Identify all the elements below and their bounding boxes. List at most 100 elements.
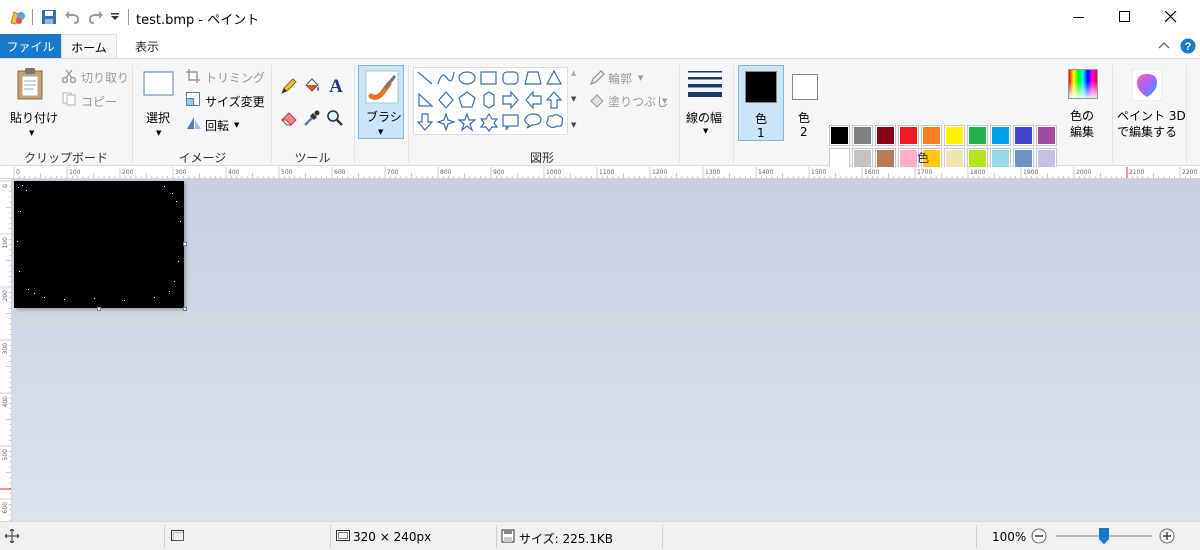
select-button[interactable]: 選択 ▼	[140, 65, 178, 143]
undo-icon[interactable]	[64, 9, 80, 25]
close-button[interactable]	[1148, 0, 1194, 34]
color2-label: 色	[798, 111, 811, 125]
ruler-tick-label: 1700	[917, 169, 932, 176]
fill-dropdown-icon: ▼	[662, 97, 668, 105]
shapes-more-icon[interactable]: ▼	[571, 121, 576, 129]
save-icon[interactable]	[41, 9, 57, 25]
scissors-icon	[62, 69, 76, 83]
shapes-gallery[interactable]	[413, 67, 581, 135]
rectangle-callout-shape-icon	[502, 114, 519, 131]
ruler-tick-label: 1400	[758, 169, 773, 176]
color2-button[interactable]: 色 2	[786, 65, 824, 141]
scroll-down-icon[interactable]: ▼	[571, 95, 576, 103]
color-picker-icon[interactable]	[303, 109, 321, 127]
ruler-tick-label: 2000	[1076, 169, 1091, 176]
right-arrow-shape-icon	[502, 90, 519, 110]
resize-icon	[186, 92, 200, 106]
image-canvas[interactable]	[14, 181, 184, 308]
size-button[interactable]: 線の幅 ▼	[684, 65, 728, 141]
scroll-up-icon[interactable]: ▲	[571, 69, 576, 77]
group-divider	[1186, 65, 1187, 163]
brushes-button[interactable]: ブラシ ▼	[358, 65, 404, 139]
brushes-label: ブラシ	[366, 110, 402, 124]
paste-dropdown-icon: ▼	[29, 129, 35, 137]
zoom-in-icon[interactable]	[1159, 528, 1175, 544]
shapes-scrollbar[interactable]: ▲ ▼ ▼	[567, 67, 581, 135]
tab-home[interactable]: ホーム	[61, 34, 117, 59]
rotate-icon	[187, 117, 201, 129]
palette-swatch-color	[1015, 127, 1032, 144]
fill-icon	[590, 94, 604, 108]
resize-handle-bottom[interactable]	[97, 307, 101, 311]
palette-swatch[interactable]	[875, 125, 896, 146]
help-icon[interactable]: ?	[1180, 38, 1196, 54]
status-divider	[662, 525, 663, 548]
text-tool-icon[interactable]: A	[326, 75, 346, 95]
palette-swatch[interactable]	[921, 125, 942, 146]
canvas-area[interactable]	[12, 179, 1200, 521]
palette-swatch[interactable]	[1036, 125, 1057, 146]
outline-dropdown-icon: ▼	[638, 74, 644, 82]
edit-colors-line2: 編集	[1070, 125, 1095, 139]
window-title: test.bmp - ペイント	[136, 13, 260, 28]
ruler-tick-label: 0	[2, 184, 9, 188]
minimize-button[interactable]	[1056, 0, 1102, 34]
ruler-tick-label: 1500	[811, 169, 826, 176]
palette-swatch[interactable]	[898, 125, 919, 146]
paste-button[interactable]: 貼り付け ▼	[6, 65, 58, 143]
palette-swatch[interactable]	[829, 125, 850, 146]
copy-button[interactable]: コピー	[81, 93, 117, 110]
collapse-ribbon-icon[interactable]	[1158, 41, 1170, 49]
hexagon-shape-icon	[483, 91, 495, 109]
zoom-slider[interactable]	[1056, 528, 1152, 544]
customize-quick-access-icon[interactable]	[111, 13, 119, 21]
group-divider	[271, 65, 272, 163]
maximize-icon	[1119, 11, 1130, 22]
pencil-icon[interactable]	[280, 77, 298, 95]
brush-icon	[365, 70, 399, 104]
eraser-icon[interactable]	[280, 109, 298, 127]
color2-number: 2	[800, 125, 808, 139]
magnifier-icon[interactable]	[326, 109, 344, 127]
palette-swatch[interactable]	[1013, 125, 1034, 146]
vertical-ruler-scale: 0 100 200 300 400 500 600	[0, 180, 11, 521]
zoom-slider-thumb[interactable]	[1099, 528, 1109, 544]
palette-swatch[interactable]	[944, 125, 965, 146]
tab-file[interactable]: ファイル	[0, 34, 61, 58]
maximize-button[interactable]	[1102, 0, 1148, 34]
paste-icon	[17, 68, 43, 100]
cut-button[interactable]: 切り取り	[81, 69, 129, 86]
edit-with-paint3d-button[interactable]: ペイント 3D で編集する	[1116, 65, 1186, 141]
palette-swatch[interactable]	[967, 125, 988, 146]
color1-button[interactable]: 色 1	[738, 65, 784, 141]
line-shape-icon	[417, 71, 433, 85]
paint3d-line1: ペイント 3D	[1117, 109, 1186, 123]
crop-button[interactable]: トリミング	[205, 69, 265, 86]
resize-handle-right[interactable]	[183, 242, 187, 246]
group-divider	[354, 65, 355, 163]
svg-text:A: A	[329, 76, 343, 95]
ruler-tick-label: 200	[2, 290, 9, 302]
fill-button[interactable]: 塗りつぶし	[608, 93, 668, 110]
zoom-out-icon[interactable]	[1031, 528, 1047, 544]
fill-bucket-icon[interactable]	[303, 77, 321, 95]
tab-view[interactable]: 表示	[117, 34, 177, 58]
oval-callout-shape-icon	[524, 113, 542, 129]
resize-button[interactable]: サイズ変更	[205, 93, 265, 110]
redo-icon[interactable]	[88, 9, 104, 25]
palette-swatch-color	[969, 127, 986, 144]
brushes-dropdown-icon: ▼	[378, 128, 384, 136]
palette-swatch[interactable]	[852, 125, 873, 146]
rainbow-swatch[interactable]	[1068, 69, 1098, 99]
ribbon: 貼り付け ▼ 切り取り コピー クリップボード 選択 ▼ トリミング サイズ変更…	[0, 58, 1200, 192]
status-divider	[496, 525, 497, 548]
rotate-button[interactable]: 回転	[205, 117, 229, 134]
polygon-shape-icon	[524, 71, 542, 85]
edit-colors-button[interactable]: 色の 編集	[1064, 103, 1104, 139]
selection-size-icon	[171, 530, 184, 541]
line-width-icon	[688, 71, 722, 97]
resize-handle-corner[interactable]	[183, 307, 187, 311]
outline-button[interactable]: 輪郭	[608, 70, 632, 87]
palette-swatch[interactable]	[990, 125, 1011, 146]
ruler-tick-label: 2100	[1129, 169, 1144, 176]
